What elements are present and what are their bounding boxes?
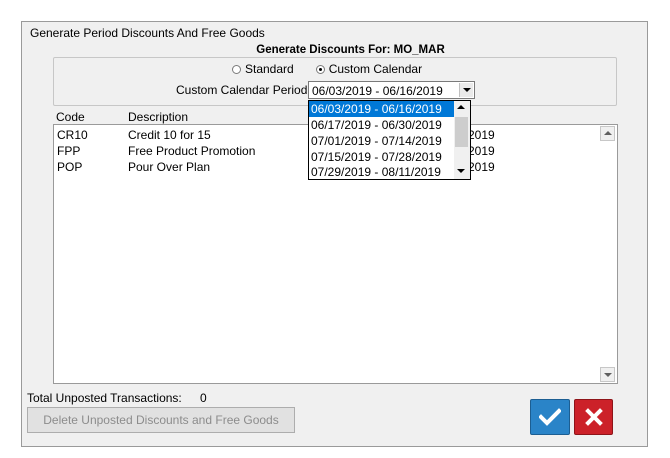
standard-radio[interactable]: Standard — [232, 62, 294, 76]
standard-radio-label: Standard — [245, 62, 294, 76]
dropdown-option[interactable]: 07/15/2019 - 07/28/2019 — [309, 149, 455, 165]
total-unposted-value: 0 — [200, 391, 207, 405]
list-vertical-scrollbar[interactable] — [600, 126, 616, 382]
cancel-button[interactable] — [574, 399, 613, 435]
dropdown-option[interactable]: 07/01/2019 - 07/14/2019 — [309, 133, 455, 149]
scroll-down-button[interactable] — [600, 367, 615, 382]
row-date: 2019 — [468, 128, 495, 142]
custom-calendar-radio[interactable]: Custom Calendar — [315, 62, 423, 76]
period-dropdown-list[interactable]: 06/03/2019 - 06/16/2019 06/17/2019 - 06/… — [308, 100, 471, 180]
period-select-dropdown-button[interactable] — [459, 83, 473, 97]
chevron-up-icon — [604, 131, 612, 135]
generate-discounts-window: Generate Period Discounts And Free Goods… — [21, 21, 648, 447]
period-select-value: 06/03/2019 - 06/16/2019 — [312, 84, 443, 98]
chevron-down-icon — [604, 373, 612, 377]
column-header-description[interactable]: Description — [128, 110, 188, 124]
custom-calendar-period-label: Custom Calendar Period — [176, 83, 308, 97]
delete-unposted-button[interactable]: Delete Unposted Discounts and Free Goods — [27, 407, 295, 433]
dropdown-option[interactable]: 07/29/2019 - 08/11/2019 — [309, 164, 455, 179]
custom-calendar-radio-icon — [315, 64, 325, 74]
page-heading: Generate Discounts For: MO_MAR — [256, 44, 445, 56]
row-date: 2019 — [468, 160, 495, 174]
dropdown-scroll-thumb[interactable] — [455, 117, 468, 147]
chevron-down-icon — [457, 169, 465, 173]
row-code: POP — [57, 160, 83, 174]
row-description: Free Product Promotion — [128, 144, 256, 158]
chevron-down-icon — [463, 88, 471, 92]
dropdown-scrollbar[interactable] — [454, 101, 470, 179]
ok-button[interactable] — [530, 399, 570, 435]
row-code: CR10 — [57, 128, 88, 142]
close-icon — [584, 408, 603, 426]
row-description: Pour Over Plan — [128, 160, 211, 174]
window-title: Generate Period Discounts And Free Goods — [30, 26, 265, 40]
dropdown-option[interactable]: 06/03/2019 - 06/16/2019 — [309, 101, 455, 117]
custom-calendar-radio-label: Custom Calendar — [328, 62, 423, 76]
standard-radio-icon — [232, 64, 241, 74]
calendar-type-radio-group: Standard Custom Calendar — [232, 62, 422, 76]
custom-calendar-period-select[interactable]: 06/03/2019 - 06/16/2019 — [308, 81, 475, 99]
total-unposted-label: Total Unposted Transactions: — [27, 391, 182, 405]
checkmark-icon — [539, 408, 561, 426]
scroll-up-button[interactable] — [600, 126, 615, 141]
row-date: 2019 — [468, 144, 495, 158]
column-header-code[interactable]: Code — [56, 110, 85, 124]
dropdown-option[interactable]: 06/17/2019 - 06/30/2019 — [309, 117, 455, 133]
row-description: Credit 10 for 15 — [128, 128, 211, 142]
row-code: FPP — [57, 144, 81, 158]
chevron-up-icon — [457, 105, 465, 109]
dropdown-scroll-down-button[interactable] — [454, 164, 469, 179]
dropdown-scroll-up-button[interactable] — [454, 101, 469, 116]
